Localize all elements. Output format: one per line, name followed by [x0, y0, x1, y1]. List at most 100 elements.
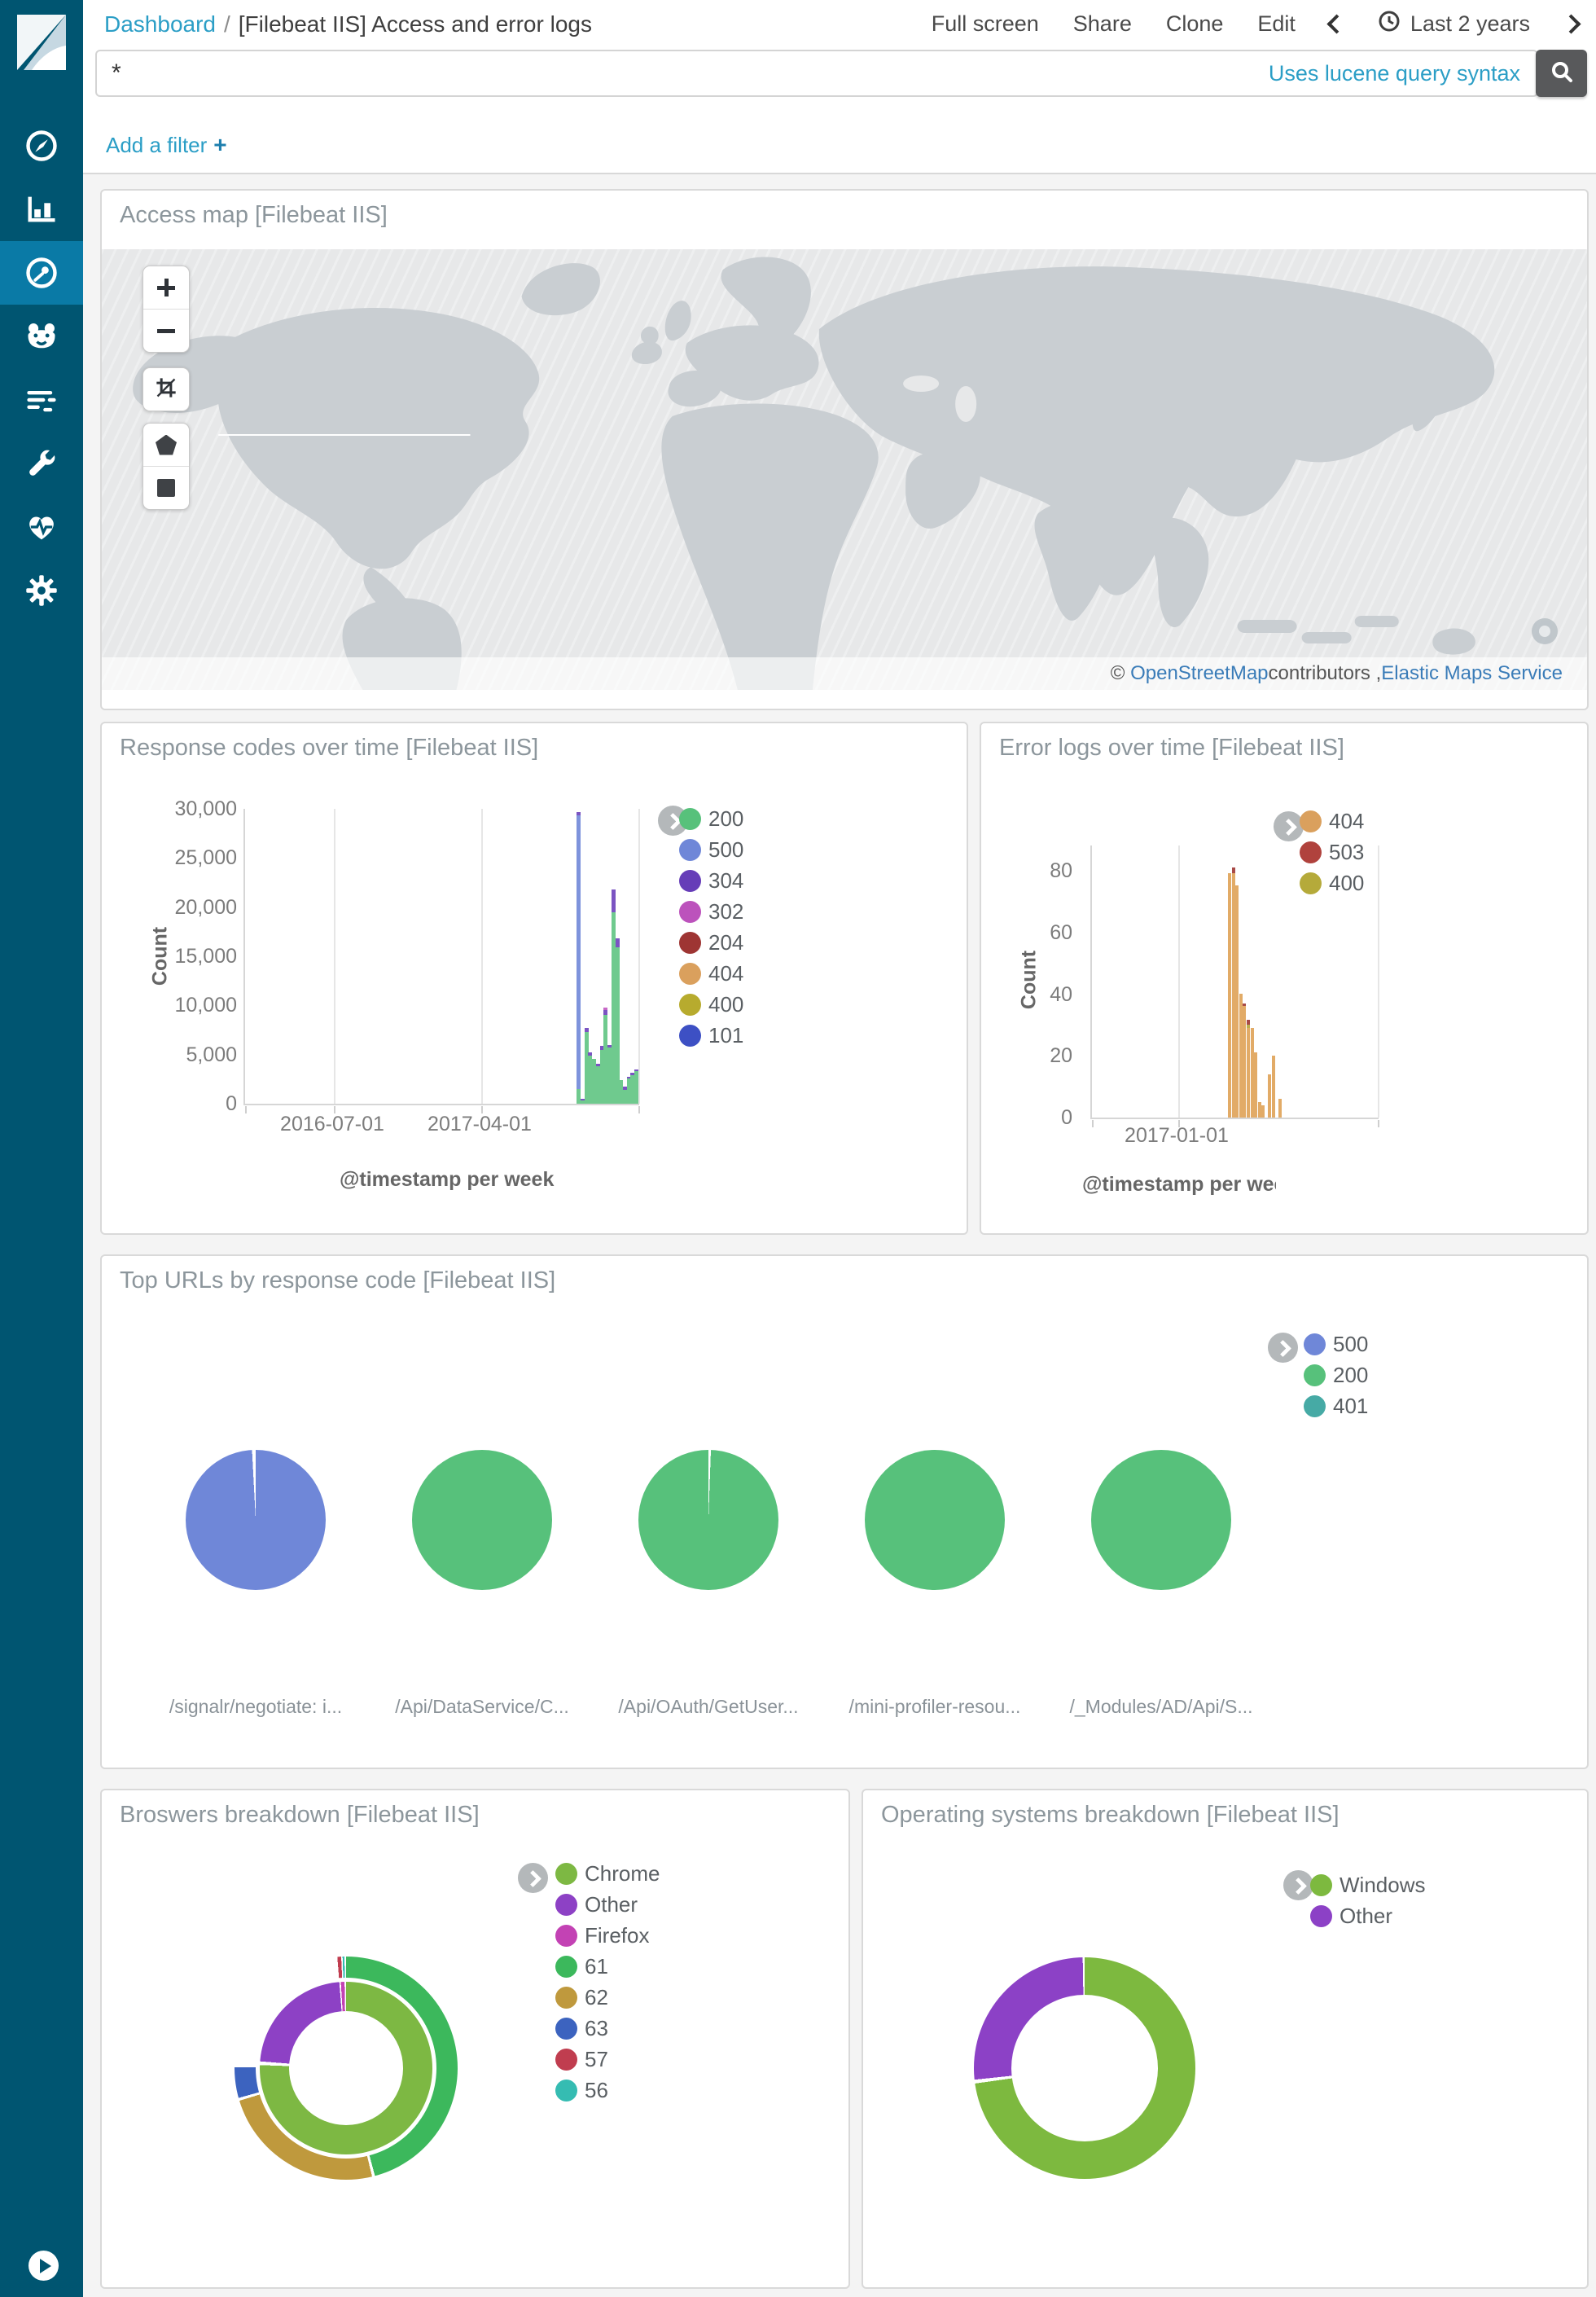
- openstreetmap-link[interactable]: OpenStreetMap: [1130, 662, 1268, 685]
- pie-mini-profiler[interactable]: [865, 1450, 1005, 1590]
- full-screen-button[interactable]: Full screen: [932, 11, 1039, 37]
- legend-item[interactable]: 400: [1300, 872, 1364, 894]
- legend-item[interactable]: Other: [1310, 1905, 1425, 1927]
- bar-segment[interactable]: [1235, 885, 1239, 1118]
- legend-item[interactable]: 57: [555, 2049, 660, 2071]
- legend-item[interactable]: 61: [555, 1956, 660, 1978]
- legend-item[interactable]: 204: [679, 932, 743, 954]
- clone-button[interactable]: Clone: [1166, 11, 1224, 37]
- sidebar-item-management[interactable]: [0, 559, 83, 622]
- legend-item[interactable]: Other: [555, 1894, 660, 1916]
- legend-toggle-button[interactable]: [1283, 1870, 1313, 1900]
- bar-segment[interactable]: [1247, 1020, 1250, 1025]
- sidebar-item-discover[interactable]: [0, 114, 83, 178]
- legend-toggle-button[interactable]: [518, 1863, 548, 1893]
- share-button[interactable]: Share: [1073, 11, 1132, 37]
- bar-segment[interactable]: [616, 938, 620, 947]
- sidebar-item-dashboard[interactable]: [0, 241, 83, 305]
- pie-signalr-negotiate[interactable]: [186, 1450, 326, 1590]
- bar-segment[interactable]: [634, 1069, 638, 1071]
- time-picker[interactable]: Last 2 years: [1378, 10, 1530, 38]
- legend-item[interactable]: 503: [1300, 841, 1364, 863]
- breadcrumb-dashboard-link[interactable]: Dashboard: [104, 11, 216, 37]
- sidebar-item-apm[interactable]: [0, 305, 83, 368]
- bar-segment[interactable]: [623, 1090, 627, 1104]
- legend-item[interactable]: 500: [1304, 1333, 1368, 1355]
- lucene-syntax-link[interactable]: Uses lucene query syntax: [1269, 61, 1520, 86]
- legend-item[interactable]: Windows: [1310, 1874, 1425, 1896]
- pie-api-oauth-getuser[interactable]: [638, 1450, 778, 1590]
- legend-item[interactable]: 63: [555, 2018, 660, 2040]
- bar-segment[interactable]: [1228, 873, 1231, 1118]
- map-zoom-in-button[interactable]: [143, 266, 189, 309]
- legend-item[interactable]: 302: [679, 901, 743, 923]
- search-button[interactable]: [1536, 50, 1587, 97]
- elastic-maps-service-link[interactable]: Elastic Maps Service: [1381, 662, 1563, 685]
- sidebar-item-devtools[interactable]: [0, 432, 83, 495]
- map-watermark-button[interactable]: [1532, 618, 1558, 644]
- bar-segment[interactable]: [1268, 1074, 1271, 1118]
- bar-segment[interactable]: [630, 1075, 634, 1104]
- world-map[interactable]: © OpenStreetMap contributors , Elastic M…: [102, 249, 1587, 690]
- bar-segment[interactable]: [603, 1008, 607, 1011]
- bar-segment[interactable]: [623, 1087, 627, 1090]
- pie-modules-ad-api[interactable]: [1091, 1450, 1231, 1590]
- bar-segment[interactable]: [607, 1047, 612, 1104]
- bar-segment[interactable]: [603, 1015, 607, 1104]
- bar-segment[interactable]: [588, 1052, 592, 1056]
- map-draw-rectangle-button[interactable]: [143, 466, 189, 509]
- bar-segment[interactable]: [603, 1010, 607, 1015]
- bar-segment[interactable]: [612, 912, 616, 1104]
- legend-item[interactable]: 101: [679, 1025, 743, 1047]
- sidebar-collapse-button[interactable]: [28, 2251, 59, 2281]
- legend-toggle-button[interactable]: [1268, 1333, 1298, 1363]
- map-zoom-out-button[interactable]: [143, 309, 189, 352]
- bar-segment[interactable]: [1247, 1028, 1250, 1118]
- bar-segment[interactable]: [581, 1099, 585, 1100]
- legend-item[interactable]: 56: [555, 2080, 660, 2102]
- bar-segment[interactable]: [585, 1028, 589, 1032]
- legend-item[interactable]: 404: [679, 963, 743, 985]
- legend-item[interactable]: 400: [679, 994, 743, 1016]
- bar-segment[interactable]: [581, 1100, 585, 1104]
- pie-api-dataservice[interactable]: [412, 1450, 552, 1590]
- bar-segment[interactable]: [634, 1071, 638, 1104]
- response-codes-chart[interactable]: [243, 809, 639, 1105]
- legend-item[interactable]: 200: [1304, 1364, 1368, 1386]
- legend-item[interactable]: 401: [1304, 1395, 1368, 1417]
- sidebar-item-visualize[interactable]: [0, 178, 83, 241]
- legend-item[interactable]: 62: [555, 1987, 660, 2009]
- map-fit-bounds-button[interactable]: [143, 368, 189, 411]
- bar-segment[interactable]: [1243, 1006, 1246, 1118]
- legend-item[interactable]: 304: [679, 870, 743, 892]
- time-forward-icon[interactable]: [1561, 14, 1581, 33]
- bar-segment[interactable]: [630, 1073, 634, 1075]
- legend-item[interactable]: Chrome: [555, 1863, 660, 1885]
- bar-segment[interactable]: [619, 1080, 623, 1104]
- bar-segment[interactable]: [607, 1045, 612, 1048]
- sidebar-item-logs[interactable]: [0, 368, 83, 432]
- bar-segment[interactable]: [1272, 1056, 1275, 1118]
- legend-item[interactable]: Firefox: [555, 1925, 660, 1947]
- bar-segment[interactable]: [592, 1059, 596, 1105]
- bar-segment[interactable]: [577, 815, 581, 1088]
- bar-segment[interactable]: [1243, 1004, 1246, 1007]
- edit-button[interactable]: Edit: [1257, 11, 1296, 37]
- search-input[interactable]: [110, 56, 1172, 90]
- bar-segment[interactable]: [596, 1066, 600, 1104]
- legend-item[interactable]: 404: [1300, 810, 1364, 832]
- sidebar-item-monitoring[interactable]: [0, 495, 83, 559]
- bar-segment[interactable]: [577, 812, 581, 816]
- bar-segment[interactable]: [1247, 1025, 1250, 1028]
- bar-segment[interactable]: [596, 1064, 600, 1067]
- legend-item[interactable]: 500: [679, 839, 743, 861]
- kibana-logo[interactable]: [11, 11, 72, 73]
- add-filter[interactable]: Add a filter+: [106, 132, 227, 158]
- bar-segment[interactable]: [1278, 1099, 1282, 1118]
- map-draw-polygon-button[interactable]: [143, 424, 189, 466]
- bar-segment[interactable]: [612, 889, 616, 912]
- time-back-icon[interactable]: [1326, 14, 1346, 33]
- bar-segment[interactable]: [588, 1056, 592, 1104]
- bar-segment[interactable]: [1254, 1052, 1257, 1118]
- bar-segment[interactable]: [1232, 867, 1235, 874]
